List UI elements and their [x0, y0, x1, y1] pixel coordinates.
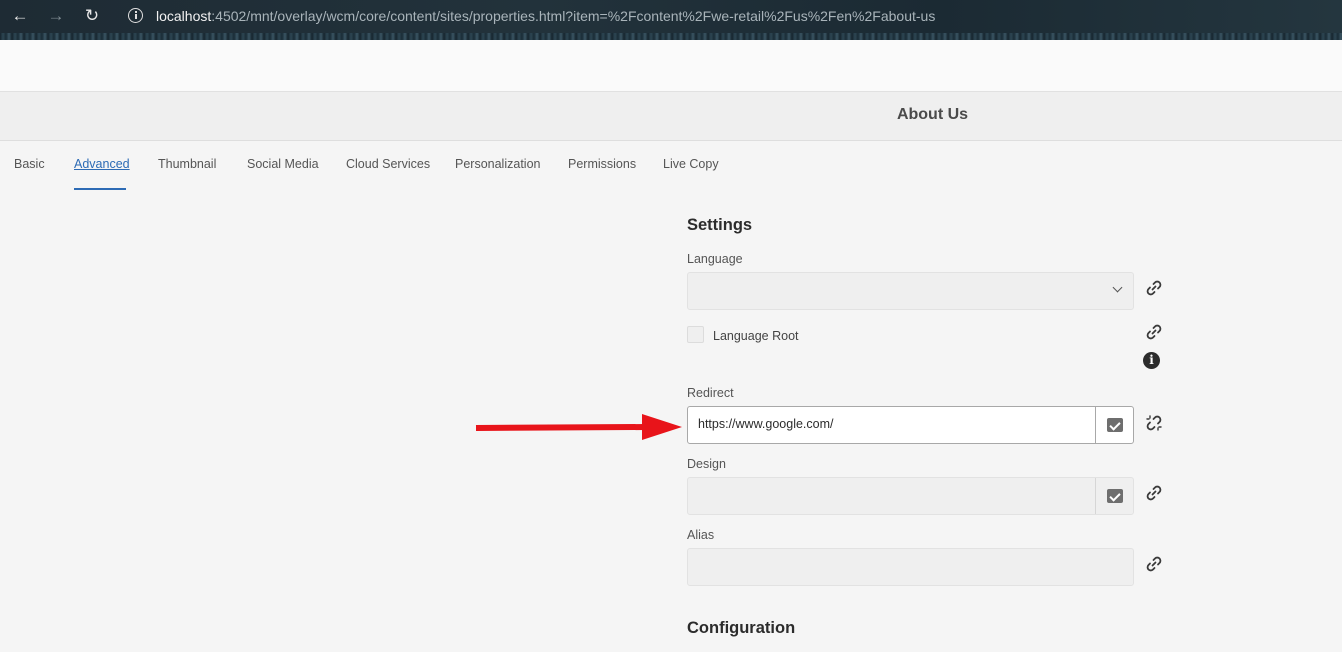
design-browse-button[interactable] [1095, 478, 1133, 514]
tab-personalization[interactable]: Personalization [455, 157, 540, 171]
link-icon[interactable] [1145, 323, 1163, 341]
design-label: Design [687, 457, 726, 471]
site-info-icon[interactable] [128, 8, 143, 23]
alias-label: Alias [687, 528, 715, 542]
design-field[interactable] [687, 477, 1134, 515]
settings-heading: Settings [687, 216, 753, 234]
active-tab-indicator [74, 188, 126, 190]
app-header [0, 40, 1342, 92]
redirect-value: https://www.google.com/ [698, 417, 834, 431]
alias-field[interactable] [687, 548, 1134, 586]
url-host: localhost [156, 8, 212, 24]
tab-basic[interactable]: Basic [14, 157, 45, 171]
broken-link-icon[interactable] [1145, 414, 1163, 432]
url-path: :4502/mnt/overlay/wcm/core/content/sites… [211, 8, 936, 24]
back-arrow-icon[interactable]: ← [10, 6, 30, 26]
reload-icon[interactable]: ↻ [82, 6, 102, 26]
checkbox-icon [1107, 418, 1123, 432]
link-icon[interactable] [1145, 279, 1163, 297]
browser-toolbar: ← → ↻ localhost:4502/mnt/overlay/wcm/cor… [0, 0, 1342, 33]
tab-advanced[interactable]: Advanced [74, 157, 130, 171]
info-circle-icon[interactable]: i [1143, 352, 1160, 369]
tab-thumbnail[interactable]: Thumbnail [158, 157, 216, 171]
redirect-field[interactable]: https://www.google.com/ [687, 406, 1134, 444]
configuration-heading: Configuration [687, 619, 796, 637]
tab-cloud-services[interactable]: Cloud Services [346, 157, 430, 171]
address-bar[interactable]: localhost:4502/mnt/overlay/wcm/core/cont… [156, 7, 935, 25]
browser-decorative-strip [0, 33, 1342, 40]
tab-live-copy[interactable]: Live Copy [663, 157, 719, 171]
checkbox-icon [1107, 489, 1123, 503]
language-root-label: Language Root [713, 329, 799, 343]
tab-social-media[interactable]: Social Media [247, 157, 319, 171]
annotation-arrow-icon [475, 414, 682, 440]
forward-arrow-icon[interactable]: → [46, 6, 66, 26]
tab-permissions[interactable]: Permissions [568, 157, 636, 171]
chevron-down-icon [1112, 282, 1123, 293]
link-icon[interactable] [1145, 555, 1163, 573]
redirect-browse-button[interactable] [1095, 407, 1133, 443]
link-icon[interactable] [1145, 484, 1163, 502]
redirect-label: Redirect [687, 386, 734, 400]
language-label: Language [687, 252, 743, 266]
language-select[interactable] [687, 272, 1134, 310]
title-bar [0, 92, 1342, 141]
language-root-checkbox[interactable] [687, 326, 704, 343]
